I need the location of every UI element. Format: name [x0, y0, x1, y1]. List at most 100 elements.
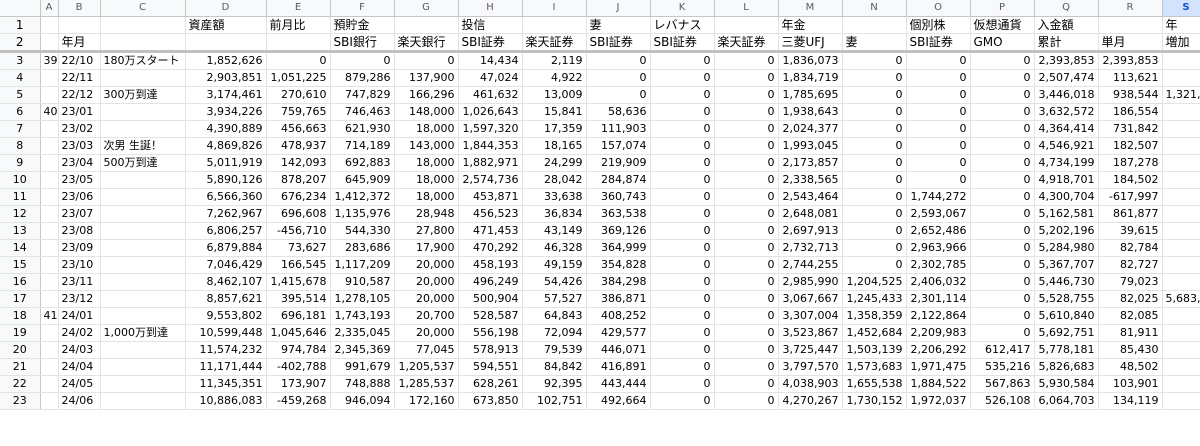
- cell[interactable]: 20,700: [394, 307, 459, 325]
- cell[interactable]: 0: [586, 86, 651, 104]
- header-cell[interactable]: [100, 33, 186, 53]
- cell[interactable]: 0: [970, 222, 1035, 240]
- cell[interactable]: 111,903: [586, 120, 651, 138]
- cell[interactable]: 0: [650, 222, 715, 240]
- column-header-i[interactable]: I: [522, 0, 587, 17]
- cell[interactable]: 41: [40, 307, 59, 325]
- header-cell[interactable]: GMO: [970, 33, 1035, 53]
- cell[interactable]: 0: [714, 154, 779, 172]
- cell[interactable]: 1,000万到達: [100, 324, 186, 342]
- row-number[interactable]: 2: [0, 33, 41, 53]
- cell[interactable]: 23/03: [58, 137, 101, 155]
- cell[interactable]: [40, 137, 59, 155]
- header-cell[interactable]: [394, 16, 459, 34]
- cell[interactable]: [1162, 307, 1200, 325]
- cell[interactable]: 23/01: [58, 103, 101, 121]
- cell[interactable]: 628,261: [458, 375, 523, 393]
- cell[interactable]: 0: [970, 154, 1035, 172]
- cell[interactable]: 0: [330, 51, 395, 70]
- row-number[interactable]: 15: [0, 256, 41, 274]
- cell[interactable]: 416,891: [586, 358, 651, 376]
- cell[interactable]: 1,045,646: [266, 324, 331, 342]
- cell[interactable]: [40, 392, 59, 410]
- row-number[interactable]: 11: [0, 188, 41, 206]
- cell[interactable]: 0: [650, 290, 715, 308]
- row-number[interactable]: 8: [0, 137, 41, 155]
- cell[interactable]: 79,023: [1098, 273, 1163, 291]
- header-cell[interactable]: [40, 16, 59, 34]
- cell[interactable]: 11,574,232: [185, 341, 267, 359]
- cell[interactable]: 696,608: [266, 205, 331, 223]
- cell[interactable]: 938,544: [1098, 86, 1163, 104]
- cell[interactable]: 2,206,292: [906, 341, 971, 359]
- cell[interactable]: [1162, 239, 1200, 257]
- cell[interactable]: 82,025: [1098, 290, 1163, 308]
- cell[interactable]: 0: [650, 120, 715, 138]
- row-number[interactable]: 13: [0, 222, 41, 240]
- cell[interactable]: 5,890,126: [185, 171, 267, 189]
- cell[interactable]: 18,000: [394, 120, 459, 138]
- cell[interactable]: 0: [650, 392, 715, 410]
- cell[interactable]: 143,000: [394, 137, 459, 155]
- cell[interactable]: [40, 188, 59, 206]
- cell[interactable]: 0: [906, 69, 971, 87]
- cell[interactable]: 47,024: [458, 69, 523, 87]
- column-header-q[interactable]: Q: [1034, 0, 1099, 17]
- cell[interactable]: [100, 341, 186, 359]
- cell[interactable]: 1,452,684: [842, 324, 907, 342]
- cell[interactable]: 594,551: [458, 358, 523, 376]
- cell[interactable]: 4,300,704: [1034, 188, 1099, 206]
- cell[interactable]: 0: [650, 51, 715, 70]
- cell[interactable]: 500,904: [458, 290, 523, 308]
- cell[interactable]: [1162, 154, 1200, 172]
- cell[interactable]: 612,417: [970, 341, 1035, 359]
- cell[interactable]: 1,744,272: [906, 188, 971, 206]
- cell[interactable]: 58,636: [586, 103, 651, 121]
- cell[interactable]: 2,507,474: [1034, 69, 1099, 87]
- cell[interactable]: 1,597,320: [458, 120, 523, 138]
- cell[interactable]: 5,367,707: [1034, 256, 1099, 274]
- cell[interactable]: 270,610: [266, 86, 331, 104]
- column-header-c[interactable]: C: [100, 0, 186, 17]
- cell[interactable]: 0: [970, 188, 1035, 206]
- cell[interactable]: 1,573,683: [842, 358, 907, 376]
- cell[interactable]: 0: [842, 222, 907, 240]
- cell[interactable]: 2,301,114: [906, 290, 971, 308]
- cell[interactable]: 692,883: [330, 154, 395, 172]
- header-cell[interactable]: 仮想通貨: [970, 16, 1035, 34]
- cell[interactable]: [40, 273, 59, 291]
- cell[interactable]: 1,358,359: [842, 307, 907, 325]
- cell[interactable]: 5,202,196: [1034, 222, 1099, 240]
- cell[interactable]: 72,094: [522, 324, 587, 342]
- cell[interactable]: 478,937: [266, 137, 331, 155]
- cell[interactable]: 0: [266, 51, 331, 70]
- row-number[interactable]: 14: [0, 239, 41, 257]
- cell[interactable]: 1,972,037: [906, 392, 971, 410]
- cell[interactable]: 157,074: [586, 137, 651, 155]
- cell[interactable]: [1162, 103, 1200, 121]
- cell[interactable]: 1,730,152: [842, 392, 907, 410]
- header-cell[interactable]: 資産額: [185, 16, 267, 34]
- cell[interactable]: 300万到達: [100, 86, 186, 104]
- cell[interactable]: 3,934,226: [185, 103, 267, 121]
- cell[interactable]: 23/07: [58, 205, 101, 223]
- cell[interactable]: [100, 273, 186, 291]
- cell[interactable]: 180万スタート: [100, 51, 186, 70]
- cell[interactable]: 5,446,730: [1034, 273, 1099, 291]
- cell[interactable]: [1162, 205, 1200, 223]
- header-cell[interactable]: 楽天銀行: [394, 33, 459, 53]
- cell[interactable]: 15,841: [522, 103, 587, 121]
- cell[interactable]: 0: [970, 51, 1035, 70]
- cell[interactable]: 1,117,209: [330, 256, 395, 274]
- cell[interactable]: 500万到達: [100, 154, 186, 172]
- cell[interactable]: 40: [40, 103, 59, 121]
- cell[interactable]: 5,011,919: [185, 154, 267, 172]
- header-cell[interactable]: 入金額: [1034, 16, 1099, 34]
- cell[interactable]: 2,393,853: [1034, 51, 1099, 70]
- header-cell[interactable]: [842, 16, 907, 34]
- cell[interactable]: [1162, 341, 1200, 359]
- cell[interactable]: 84,842: [522, 358, 587, 376]
- cell[interactable]: 24/05: [58, 375, 101, 393]
- row-number[interactable]: 17: [0, 290, 41, 308]
- cell[interactable]: 0: [394, 51, 459, 70]
